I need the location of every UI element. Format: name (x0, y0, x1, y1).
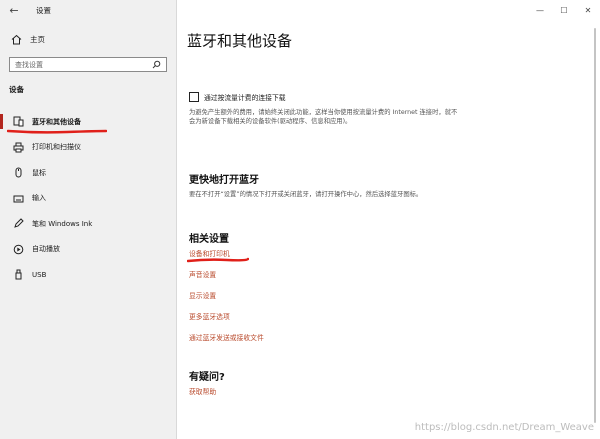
sidebar-item-label: 自动播放 (32, 245, 60, 254)
sidebar-item-mouse[interactable]: 鼠标 (0, 160, 177, 186)
main-content: 蓝牙和其他设备 通过按流量计费的连接下载 为避免产生额外的费用，请始终关闭此功能… (187, 0, 587, 439)
bluetooth-devices-icon (12, 116, 24, 128)
app-title: 设置 (36, 5, 51, 15)
autoplay-icon (12, 243, 24, 255)
search-box[interactable] (9, 57, 167, 72)
sidebar-item-label: 鼠标 (32, 168, 46, 177)
quick-bluetooth-description: 要在不打开“设置”的情况下打开或关闭蓝牙，请打开操作中心，然后选择蓝牙图标。 (189, 191, 423, 198)
home-label: 主页 (30, 34, 45, 44)
back-button[interactable]: ← (0, 0, 28, 20)
metered-download-description: 为避免产生额外的费用，请始终关闭此功能，这样当你使用按流量计费的 Interne… (189, 109, 458, 125)
sidebar-item-label: 蓝牙和其他设备 (32, 117, 81, 126)
sidebar-item-pen[interactable]: 笔和 Windows Ink (0, 211, 177, 237)
metered-download-option[interactable]: 通过按流量计费的连接下载 (189, 92, 286, 102)
scrollbar[interactable] (592, 20, 598, 434)
metered-download-checkbox[interactable] (189, 92, 199, 102)
keyboard-icon (12, 192, 24, 204)
sidebar-item-usb[interactable]: USB (0, 262, 177, 288)
link-more-bluetooth-options[interactable]: 更多蓝牙选项 (189, 311, 230, 321)
scrollbar-thumb[interactable] (594, 28, 596, 423)
home-nav-item[interactable]: 主页 (10, 31, 45, 47)
link-display-settings[interactable]: 显示设置 (189, 290, 216, 300)
red-annotation-underline (187, 257, 249, 263)
sidebar-item-printers[interactable]: 打印机和扫描仪 (0, 135, 177, 161)
title-bar: ← 设置 (0, 0, 177, 20)
usb-icon (12, 269, 24, 281)
mouse-icon (12, 167, 24, 179)
home-icon (10, 33, 22, 45)
question-heading: 有疑问? (189, 372, 225, 383)
sidebar-item-autoplay[interactable]: 自动播放 (0, 237, 177, 263)
sidebar-nav: 蓝牙和其他设备 打印机和扫描仪 鼠标 输入 笔和 Windows Ink 自动播… (0, 109, 177, 288)
red-annotation-underline (7, 129, 107, 134)
link-sound-settings[interactable]: 声音设置 (189, 269, 216, 279)
search-icon[interactable] (148, 58, 164, 71)
section-label-devices: 设备 (9, 85, 24, 94)
page-title: 蓝牙和其他设备 (187, 32, 293, 50)
printer-icon (12, 141, 24, 153)
sidebar-item-label: USB (32, 270, 47, 279)
link-get-help[interactable]: 获取帮助 (189, 386, 216, 396)
link-send-receive-bluetooth-files[interactable]: 通过蓝牙发送或接收文件 (189, 332, 264, 342)
watermark: https://blog.csdn.net/Dream_Weave (414, 422, 594, 433)
sidebar-item-input[interactable]: 输入 (0, 186, 177, 212)
search-input[interactable] (10, 58, 148, 71)
pen-icon (12, 218, 24, 230)
related-settings-heading: 相关设置 (189, 234, 229, 245)
quick-bluetooth-heading: 更快地打开蓝牙 (189, 175, 259, 186)
settings-window: ← 设置 主页 设备 蓝牙和其他设备 (0, 0, 600, 439)
sidebar-item-label: 输入 (32, 194, 46, 203)
sidebar-item-label: 打印机和扫描仪 (32, 143, 81, 152)
sidebar-item-label: 笔和 Windows Ink (32, 219, 93, 228)
sidebar: ← 设置 主页 设备 蓝牙和其他设备 (0, 0, 177, 439)
metered-download-label: 通过按流量计费的连接下载 (204, 94, 286, 102)
